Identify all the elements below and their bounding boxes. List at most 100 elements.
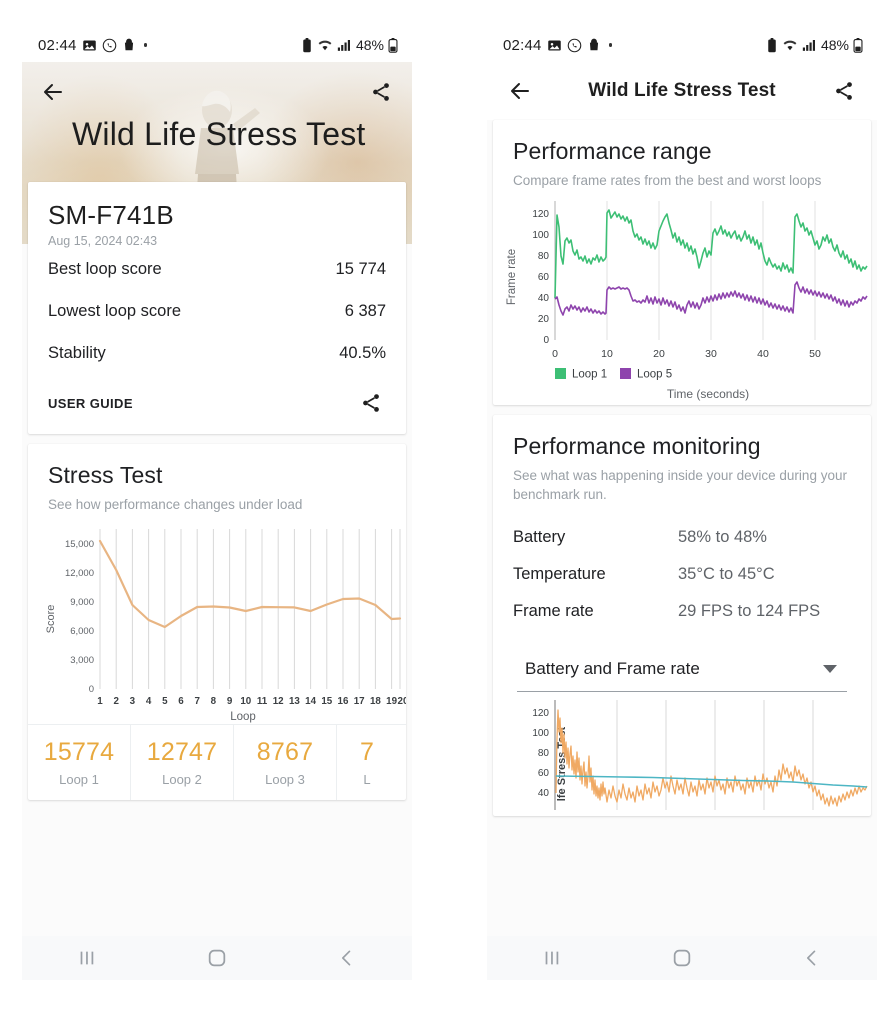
- loop-cell[interactable]: 8767 Loop 3: [234, 724, 337, 800]
- graph-select-dropdown[interactable]: Battery and Frame rate: [517, 648, 847, 692]
- svg-text:10: 10: [601, 348, 613, 360]
- svg-text:100: 100: [532, 230, 549, 241]
- recents-icon[interactable]: [57, 936, 117, 980]
- dot-icon: [608, 43, 613, 47]
- battery-value: 58% to 48%: [678, 527, 767, 546]
- system-navbar-right: [487, 936, 877, 980]
- back-arrow-icon[interactable]: [505, 76, 535, 106]
- share-icon[interactable]: [356, 388, 386, 418]
- status-time: 02:44: [38, 36, 77, 54]
- battery-icon: [853, 37, 863, 53]
- svg-text:80: 80: [538, 748, 550, 759]
- svg-text:4: 4: [146, 696, 152, 707]
- system-navbar-left: [22, 936, 412, 980]
- svg-text:2: 2: [113, 696, 119, 707]
- row-lowest-loop-score: Lowest loop score 6 387: [48, 290, 386, 332]
- screenshot-root: 02:44 48% Wild Life Stress Test SM-F741B…: [0, 0, 882, 1014]
- svg-text:18: 18: [370, 696, 381, 707]
- gallery-icon: [547, 38, 562, 53]
- status-bar-right: 02:44 48%: [487, 28, 877, 62]
- right-phone-content: 02:44 48% Wild Life Stress Test Performa…: [487, 28, 877, 980]
- wifi-icon: [782, 38, 798, 52]
- back-chevron-icon[interactable]: [317, 936, 377, 980]
- loop-scores-strip: 15774 Loop 1 12747 Loop 2 8767 Loop 3 7 …: [28, 723, 406, 800]
- legend-swatch-loop5: [620, 367, 631, 379]
- battery-saver-icon: [301, 37, 313, 53]
- svg-text:100: 100: [532, 728, 549, 739]
- loop-cell[interactable]: 15774 Loop 1: [28, 724, 131, 800]
- best-loop-score-value: 15 774: [335, 260, 386, 278]
- bag-icon: [587, 38, 601, 52]
- left-scroll-area[interactable]: Wild Life Stress Test SM-F741B Aug 15, 2…: [22, 62, 412, 980]
- bag-icon: [122, 38, 136, 52]
- row-battery: Battery 58% to 48%: [513, 519, 851, 556]
- share-icon[interactable]: [829, 76, 859, 106]
- home-icon[interactable]: [187, 936, 247, 980]
- svg-text:50: 50: [809, 348, 821, 360]
- stability-value: 40.5%: [339, 344, 386, 362]
- row-temperature: Temperature 35°C to 45°C: [513, 556, 851, 593]
- back-arrow-icon[interactable]: [38, 77, 68, 107]
- loop-cell[interactable]: 7 L: [337, 725, 397, 800]
- performance-range-chart: 120 100 80 60 40 20 0 Frame rate 0 10 20…: [493, 193, 871, 405]
- svg-text:0: 0: [543, 335, 549, 346]
- lowest-loop-score-label: Lowest loop score: [48, 302, 181, 320]
- battery-framerate-chart: 120 100 80 60 40 lfe Stress Test: [493, 698, 871, 816]
- performance-monitoring-card: Performance monitoring See what was happ…: [493, 414, 871, 816]
- svg-text:10: 10: [240, 696, 251, 707]
- hero-toolbar: [22, 62, 412, 110]
- recents-icon[interactable]: [522, 936, 582, 980]
- battery-icon: [388, 37, 398, 53]
- row-best-loop-score: Best loop score 15 774: [48, 248, 386, 290]
- loop-cell[interactable]: 12747 Loop 2: [131, 724, 234, 800]
- svg-text:3,000: 3,000: [70, 655, 94, 666]
- status-bar-left: 02:44 48%: [22, 28, 412, 62]
- whatsapp-icon: [102, 38, 117, 53]
- row-frame-rate: Frame rate 29 FPS to 124 FPS: [513, 593, 851, 630]
- loop-score-value: 7: [359, 737, 375, 766]
- user-guide-row: USER GUIDE: [48, 374, 386, 418]
- stability-label: Stability: [48, 344, 106, 362]
- home-icon[interactable]: [652, 936, 712, 980]
- row-stability: Stability 40.5%: [48, 332, 386, 374]
- svg-text:30: 30: [705, 348, 717, 360]
- graph-select-value: Battery and Frame rate: [525, 659, 700, 679]
- legend-label-loop5: Loop 5: [637, 368, 672, 380]
- range-chart-xlabel: Time (seconds): [667, 387, 749, 401]
- user-guide-link[interactable]: USER GUIDE: [48, 396, 133, 411]
- performance-monitoring-subtitle: See what was happening inside your devic…: [513, 467, 847, 503]
- status-bar-right-group: 48%: [766, 37, 863, 53]
- temperature-label: Temperature: [513, 564, 606, 583]
- svg-text:19: 19: [386, 696, 397, 707]
- share-icon[interactable]: [366, 77, 396, 107]
- svg-text:12,000: 12,000: [65, 568, 94, 579]
- app-toolbar: Wild Life Stress Test: [487, 62, 877, 120]
- stress-test-subtitle: See how performance changes under load: [48, 497, 303, 512]
- svg-text:0: 0: [552, 348, 558, 360]
- svg-text:14: 14: [305, 696, 316, 707]
- svg-text:15,000: 15,000: [65, 539, 94, 550]
- right-scroll-area[interactable]: Wild Life Stress Test Performance range …: [487, 62, 877, 980]
- range-chart-ylabel: Frame rate: [506, 248, 518, 304]
- svg-text:5: 5: [162, 696, 168, 707]
- loop-score-value: 12747: [146, 737, 218, 766]
- svg-text:40: 40: [538, 293, 550, 304]
- battery-percent: 48%: [820, 37, 849, 53]
- loop-score-value: 8767: [256, 737, 314, 766]
- status-bar-left-group: 02:44: [503, 36, 613, 54]
- stress-test-card: Stress Test See how performance changes …: [28, 444, 406, 800]
- svg-text:80: 80: [538, 251, 550, 262]
- back-chevron-icon[interactable]: [782, 936, 842, 980]
- status-time: 02:44: [503, 36, 542, 54]
- hero-title: Wild Life Stress Test: [72, 116, 366, 152]
- battery-label: Battery: [513, 527, 566, 546]
- legend-swatch-loop1: [555, 367, 566, 379]
- svg-text:120: 120: [532, 209, 549, 220]
- loop-score-value: 15774: [43, 737, 115, 766]
- chevron-down-icon[interactable]: [823, 665, 837, 674]
- status-bar-right-group: 48%: [301, 37, 398, 53]
- frame-rate-value: 29 FPS to 124 FPS: [678, 601, 821, 620]
- device-model: SM-F741B: [48, 200, 174, 230]
- svg-text:17: 17: [354, 696, 365, 707]
- loop-score-label: Loop 3: [265, 771, 305, 787]
